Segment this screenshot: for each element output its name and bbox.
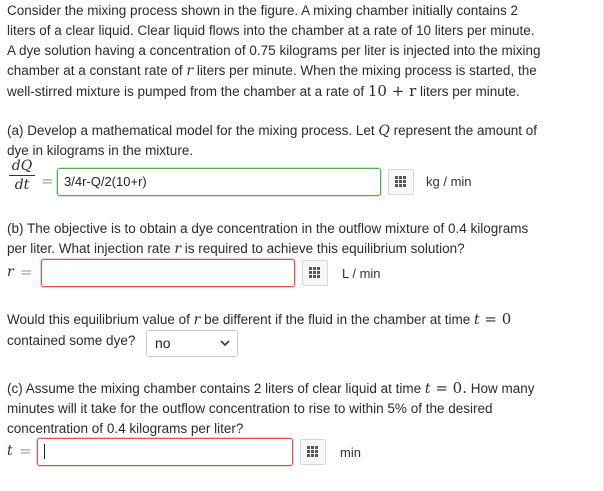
keypad-grid-icon [395, 176, 406, 187]
intro-paragraph: Consider the mixing process shown in the… [7, 1, 592, 102]
intro-line-4: chamber at a constant rate of r liters p… [7, 63, 537, 79]
part-c-var-label: t [7, 443, 13, 459]
equilibrium-question: Would this equilibrium value of r be dif… [7, 310, 512, 328]
fraction-denominator: dt [14, 177, 30, 193]
part-a-answer-input[interactable]: 3/4r-Q/2(10+r) [57, 168, 381, 196]
intro-line-2: liters of a clear liquid. Clear liquid f… [7, 23, 535, 38]
part-b-unit: L / min [342, 266, 381, 281]
part-c-keypad-button[interactable] [300, 439, 326, 465]
fraction-numerator: dQ [11, 158, 33, 174]
dq-dt-fraction: dQ dt [7, 158, 37, 193]
intro-line-3: A dye solution having a concentration of… [7, 43, 541, 58]
var-Q: Q [378, 123, 390, 139]
chevron-down-icon [220, 340, 230, 347]
equals-sign: = [20, 263, 33, 281]
part-a-prompt: (a) Develop a mathematical model for the… [7, 123, 537, 158]
part-c-unit: min [340, 445, 361, 460]
part-b-prompt: (b) The objective is to obtain a dye con… [7, 221, 529, 257]
equals-sign: = [19, 442, 32, 460]
part-c-prompt: (c) Assume the mixing chamber contains 2… [7, 379, 535, 436]
intro-line-1: Consider the mixing process shown in the… [7, 3, 519, 18]
equilibrium-answer-select[interactable]: no [146, 330, 238, 357]
part-a-keypad-button[interactable] [388, 169, 414, 195]
text-cursor [44, 444, 45, 460]
select-value: no [155, 335, 171, 351]
part-b-var-label: r [7, 264, 14, 280]
equals-sign: = [41, 172, 54, 190]
fraction-bar [9, 175, 35, 176]
part-b-answer-input[interactable] [41, 259, 295, 287]
keypad-grid-icon [307, 446, 318, 457]
intro-line-5: well-stirred mixture is pumped from the … [7, 82, 520, 100]
equilibrium-question-line-2: contained some dye? [7, 333, 136, 348]
part-b-keypad-button[interactable] [302, 260, 328, 286]
keypad-grid-icon [309, 267, 320, 278]
part-c-answer-input[interactable] [37, 438, 293, 466]
part-a-unit: kg / min [426, 174, 472, 189]
outflow-rate-expression: 10 + r [367, 82, 417, 100]
